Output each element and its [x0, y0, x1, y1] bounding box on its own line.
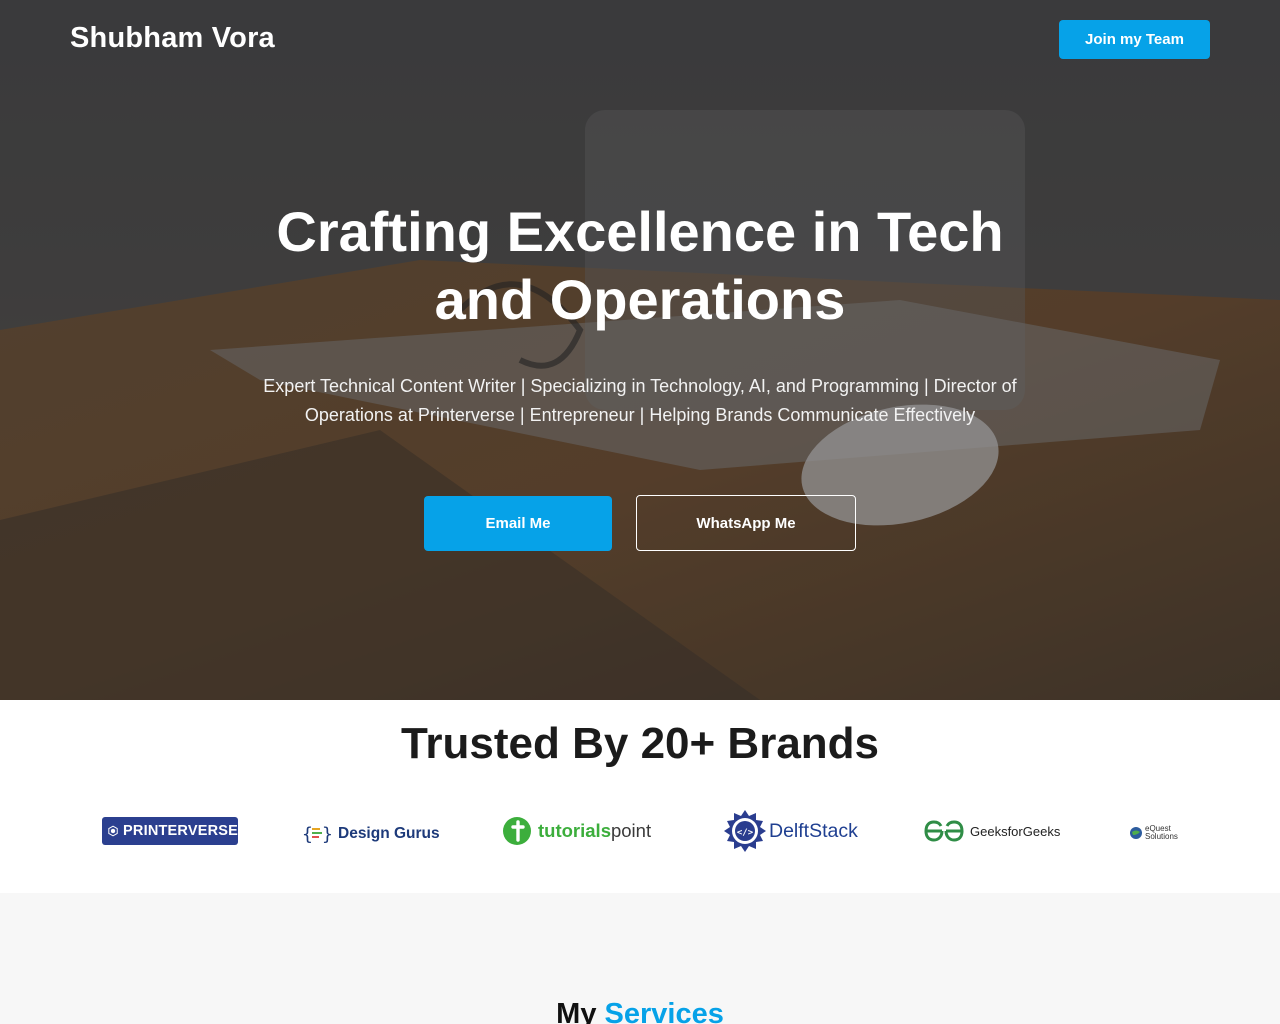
delftstack-logo: </> DelftStack [723, 809, 858, 853]
tutorialspoint-logo: tutorials point [502, 816, 651, 846]
hero-background-image [0, 0, 1280, 700]
site-brand-name[interactable]: Shubham Vora [70, 22, 275, 55]
printerverse-logo-text: PRINTERVERSE [123, 823, 238, 839]
delftstack-gear-icon: </> [724, 810, 766, 852]
printerverse-logo: PRINTERVERSE [102, 817, 238, 845]
printerverse-cube-icon [108, 825, 118, 837]
services-section: My Services [0, 893, 1280, 1024]
equest-logo-text: eQuest Solutions [1145, 825, 1178, 841]
hero-section: Shubham Vora Join my Team Crafting Excel… [0, 0, 1280, 700]
tutorialspoint-logo-text-b: point [610, 820, 652, 841]
services-title-part1: My [556, 998, 597, 1024]
design-gurus-braces-icon: { } [302, 824, 332, 845]
email-me-button[interactable]: Email Me [424, 496, 612, 551]
equest-logo-line2: Solutions [1145, 832, 1178, 841]
join-team-button[interactable]: Join my Team [1059, 20, 1210, 59]
delftstack-logo-text: DelftStack [769, 819, 858, 842]
whatsapp-me-button[interactable]: WhatsApp Me [636, 495, 856, 551]
services-title: My Services [0, 997, 1280, 1024]
geeksforgeeks-gg-icon [924, 820, 964, 842]
geeksforgeeks-logo-text: GeeksforGeeks [970, 823, 1061, 839]
hero-title: Crafting Excellence in Tech and Operatio… [276, 200, 1004, 331]
svg-text:</>: </> [737, 828, 754, 838]
tutorialspoint-logo-text-a: tutorials [538, 820, 611, 841]
services-title-part2: Services [604, 998, 724, 1024]
hero-subtitle: Expert Technical Content Writer | Specia… [263, 376, 1017, 425]
equest-globe-icon [1130, 827, 1142, 839]
equest-solutions-logo: eQuest Solutions [1129, 820, 1178, 846]
svg-text:}: } [322, 824, 332, 845]
tutorialspoint-t-icon [503, 817, 531, 845]
design-gurus-logo-text: Design Gurus [338, 825, 440, 842]
trusted-brands-section: Trusted By 20+ Brands PRINTERVERSE { } D… [0, 700, 1280, 893]
geeksforgeeks-logo: GeeksforGeeks [924, 820, 1060, 842]
design-gurus-logo: { } Design Gurus [302, 822, 440, 846]
trusted-title: Trusted By 20+ Brands [400, 719, 880, 768]
svg-text:{: { [302, 824, 313, 845]
